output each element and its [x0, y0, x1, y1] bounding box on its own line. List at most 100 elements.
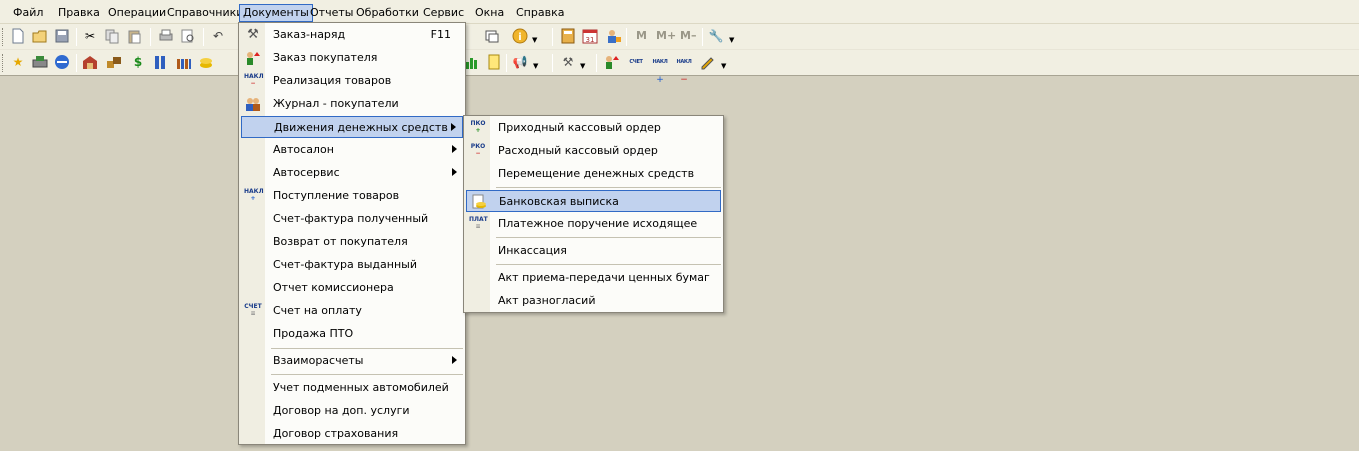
invoice-icon[interactable]: СЧЕТ — [628, 54, 644, 70]
menu-item-collection[interactable]: Инкассация — [466, 240, 721, 262]
toolbar-grip[interactable] — [2, 28, 5, 46]
menu-references[interactable]: Справочники — [164, 4, 246, 22]
coins-icon[interactable] — [198, 54, 214, 70]
info-dropdown[interactable]: ▼ — [532, 37, 537, 44]
svg-text:i: i — [518, 32, 521, 43]
menu-item-customer-journal[interactable]: Журнал - покупатели — [241, 93, 463, 115]
menu-item-car-service[interactable]: Автосервис — [241, 162, 463, 184]
menu-item-label: Расходный кассовый ордер — [498, 144, 658, 157]
menu-item-sales[interactable]: НАКЛ − Реализация товаров — [241, 70, 463, 92]
open-icon[interactable] — [32, 28, 48, 44]
menu-item-customer-order[interactable]: Заказ покупателя — [241, 47, 463, 69]
menu-item-invoice-received[interactable]: Счет-фактура полученный — [241, 208, 463, 230]
print-icon[interactable] — [158, 28, 174, 44]
menu-item-customer-return[interactable]: Возврат от покупателя — [241, 231, 463, 253]
menu-item-label: Договор страхования — [273, 427, 399, 440]
menu-help[interactable]: Справка — [513, 4, 567, 22]
info-icon[interactable]: i — [512, 28, 528, 44]
edit-dropdown[interactable]: ▼ — [721, 63, 726, 70]
menu-item-work-order[interactable]: ⚒ Заказ-наряд F11 — [241, 24, 463, 46]
waybill-minus-icon[interactable]: НАКЛ − — [676, 54, 692, 85]
warehouse-icon[interactable] — [82, 54, 98, 70]
menu-operations[interactable]: Операции — [105, 4, 169, 22]
menu-item-label: Реализация товаров — [273, 74, 392, 87]
preview-icon[interactable] — [180, 28, 196, 44]
menu-item-extra-services-contract[interactable]: Договор на доп. услуги — [241, 400, 463, 422]
menu-item-invoice-issued[interactable]: Счет-фактура выданный — [241, 254, 463, 276]
chart-icon[interactable] — [464, 54, 480, 70]
transfer-icon[interactable] — [604, 54, 620, 70]
note-icon[interactable] — [486, 54, 502, 70]
menu-item-cash-flow[interactable]: Движения денежных средств — [241, 116, 463, 138]
star-icon[interactable]: ★ — [10, 54, 26, 70]
memory-add-button[interactable]: M+ — [656, 29, 676, 42]
group-icon[interactable] — [176, 54, 192, 70]
settings-dropdown[interactable]: ▼ — [729, 37, 734, 44]
waybill-plus-icon: НАКЛ + — [244, 188, 264, 202]
window-icon[interactable] — [484, 28, 500, 44]
users-icon[interactable] — [606, 28, 622, 44]
menu-service[interactable]: Сервис — [420, 4, 467, 22]
menu-item-label: Договор на доп. услуги — [273, 404, 410, 417]
dollar-icon[interactable]: $ — [130, 54, 146, 70]
hammer-dropdown[interactable]: ▼ — [580, 63, 585, 70]
hammer-icon[interactable]: ⚒ — [560, 54, 576, 70]
menu-separator — [271, 374, 463, 375]
svg-text:31: 31 — [586, 36, 595, 44]
menu-item-label: Платежное поручение исходящее — [498, 217, 698, 230]
menu-item-securities-transfer-act[interactable]: Акт приема-передачи ценных бумаг — [466, 267, 721, 289]
waybill-plus-icon[interactable]: НАКЛ + — [652, 54, 668, 85]
paste-icon[interactable] — [126, 28, 142, 44]
menu-item-payment-invoice[interactable]: СЧЕТ ≡ Счет на оплату — [241, 300, 463, 322]
menu-documents[interactable]: Документы — [239, 4, 313, 22]
menu-windows[interactable]: Окна — [472, 4, 507, 22]
menu-item-money-transfer[interactable]: Перемещение денежных средств — [466, 163, 721, 185]
wrench-icon[interactable]: 🔧 — [708, 28, 724, 44]
menu-item-goods-receipt[interactable]: НАКЛ + Поступление товаров — [241, 185, 463, 207]
copy-icon[interactable] — [104, 28, 120, 44]
menu-item-car-dealership[interactable]: Автосалон — [241, 139, 463, 161]
menu-item-label: Отчет комиссионера — [273, 281, 394, 294]
documents-toolbar: ★ $ 📢 ▼ ⚒ ▼ СЧЕТ НАКЛ + НАКЛ − ▼ — [0, 50, 1359, 85]
menu-item-label: Акт приема-передачи ценных бумаг — [498, 271, 710, 284]
edit-doc-icon[interactable] — [700, 54, 716, 70]
calendar-icon[interactable]: 31 — [582, 28, 598, 44]
goods-icon[interactable] — [106, 54, 122, 70]
undo-icon[interactable]: ↶ — [210, 28, 226, 44]
menu-item-cash-receipt-order[interactable]: ПКО + Приходный кассовый ордер — [466, 117, 721, 139]
menu-item-bank-statement[interactable]: Банковская выписка — [466, 190, 721, 212]
menu-item-insurance-contract[interactable]: Договор страхования — [241, 423, 463, 445]
menu-item-outgoing-payment-order[interactable]: ПЛАТ ≡ Платежное поручение исходящее — [466, 213, 721, 235]
menu-item-pto-sale[interactable]: Продажа ПТО — [241, 323, 463, 345]
menu-item-label: Взаиморасчеты — [273, 354, 364, 367]
menu-item-disagreement-act[interactable]: Акт разногласий — [466, 290, 721, 312]
menu-item-label: Акт разногласий — [498, 294, 596, 307]
toolbar-grip[interactable] — [2, 54, 5, 72]
menu-item-cash-expense-order[interactable]: РКО − Расходный кассовый ордер — [466, 140, 721, 162]
documents-menu: ⚒ Заказ-наряд F11 Заказ покупателя НАКЛ −… — [238, 22, 466, 445]
invoice-badge: СЧЕТ — [629, 59, 643, 65]
menu-item-label: Автосалон — [273, 143, 334, 156]
menu-item-label: Журнал - покупатели — [273, 97, 399, 110]
menu-item-settlements[interactable]: Взаиморасчеты — [241, 350, 463, 372]
printer-icon[interactable] — [32, 54, 48, 70]
menu-item-commission-report[interactable]: Отчет комиссионера — [241, 277, 463, 299]
people-icon[interactable] — [152, 54, 168, 70]
calculator-icon[interactable] — [560, 28, 576, 44]
horn-icon[interactable]: 📢 — [512, 54, 528, 70]
memory-subtract-button[interactable]: M– — [680, 29, 696, 42]
new-icon[interactable] — [10, 28, 26, 44]
menu-edit[interactable]: Правка — [55, 4, 103, 22]
memory-button[interactable]: M — [636, 29, 647, 42]
cut-icon[interactable]: ✂ — [82, 28, 98, 44]
horn-dropdown[interactable]: ▼ — [533, 63, 538, 70]
menu-item-replacement-cars[interactable]: Учет подменных автомобилей — [241, 377, 463, 399]
order-icon — [244, 50, 262, 66]
menu-processing[interactable]: Обработки — [353, 4, 422, 22]
menu-item-label: Автосервис — [273, 166, 340, 179]
save-icon[interactable] — [54, 28, 70, 44]
menu-file[interactable]: Файл — [10, 4, 46, 22]
customers-icon — [244, 96, 262, 112]
exchange-icon[interactable] — [54, 54, 70, 70]
menu-reports[interactable]: Отчеты — [307, 4, 356, 22]
